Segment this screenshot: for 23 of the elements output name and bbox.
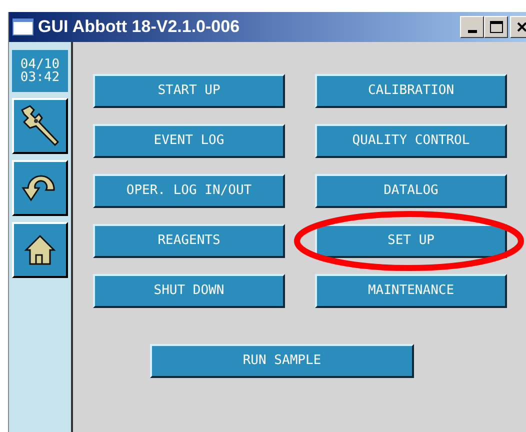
menu-button[interactable]: SHUT DOWN: [93, 274, 285, 308]
menu-button[interactable]: REAGENTS: [93, 224, 285, 258]
date-text: 04/10: [20, 58, 60, 71]
window-title: GUI Abbott 18-V2.1.0-006: [38, 16, 240, 38]
menu-button[interactable]: EVENT LOG: [93, 124, 285, 158]
menu-button[interactable]: OPER. LOG IN/OUT: [93, 174, 285, 208]
menu-button[interactable]: START UP: [93, 74, 285, 108]
time-text: 03:42: [20, 71, 60, 84]
window-icon: [12, 18, 34, 36]
wrench-icon: [18, 104, 62, 148]
tool-button[interactable]: [12, 160, 68, 216]
menu-button[interactable]: MAINTENANCE: [315, 274, 507, 308]
menu-button[interactable]: QUALITY CONTROL: [315, 124, 507, 158]
menu-button[interactable]: CALIBRATION: [315, 74, 507, 108]
tool-button[interactable]: [12, 98, 68, 154]
close-icon: [517, 22, 526, 32]
tool-button[interactable]: [12, 222, 68, 278]
minimize-button[interactable]: [460, 16, 484, 38]
menu-button[interactable]: SET UP: [315, 224, 507, 258]
home-icon: [23, 233, 57, 267]
menu-button[interactable]: DATALOG: [315, 174, 507, 208]
maximize-button[interactable]: [484, 16, 508, 38]
menu-button[interactable]: RUN SAMPLE: [150, 344, 414, 378]
